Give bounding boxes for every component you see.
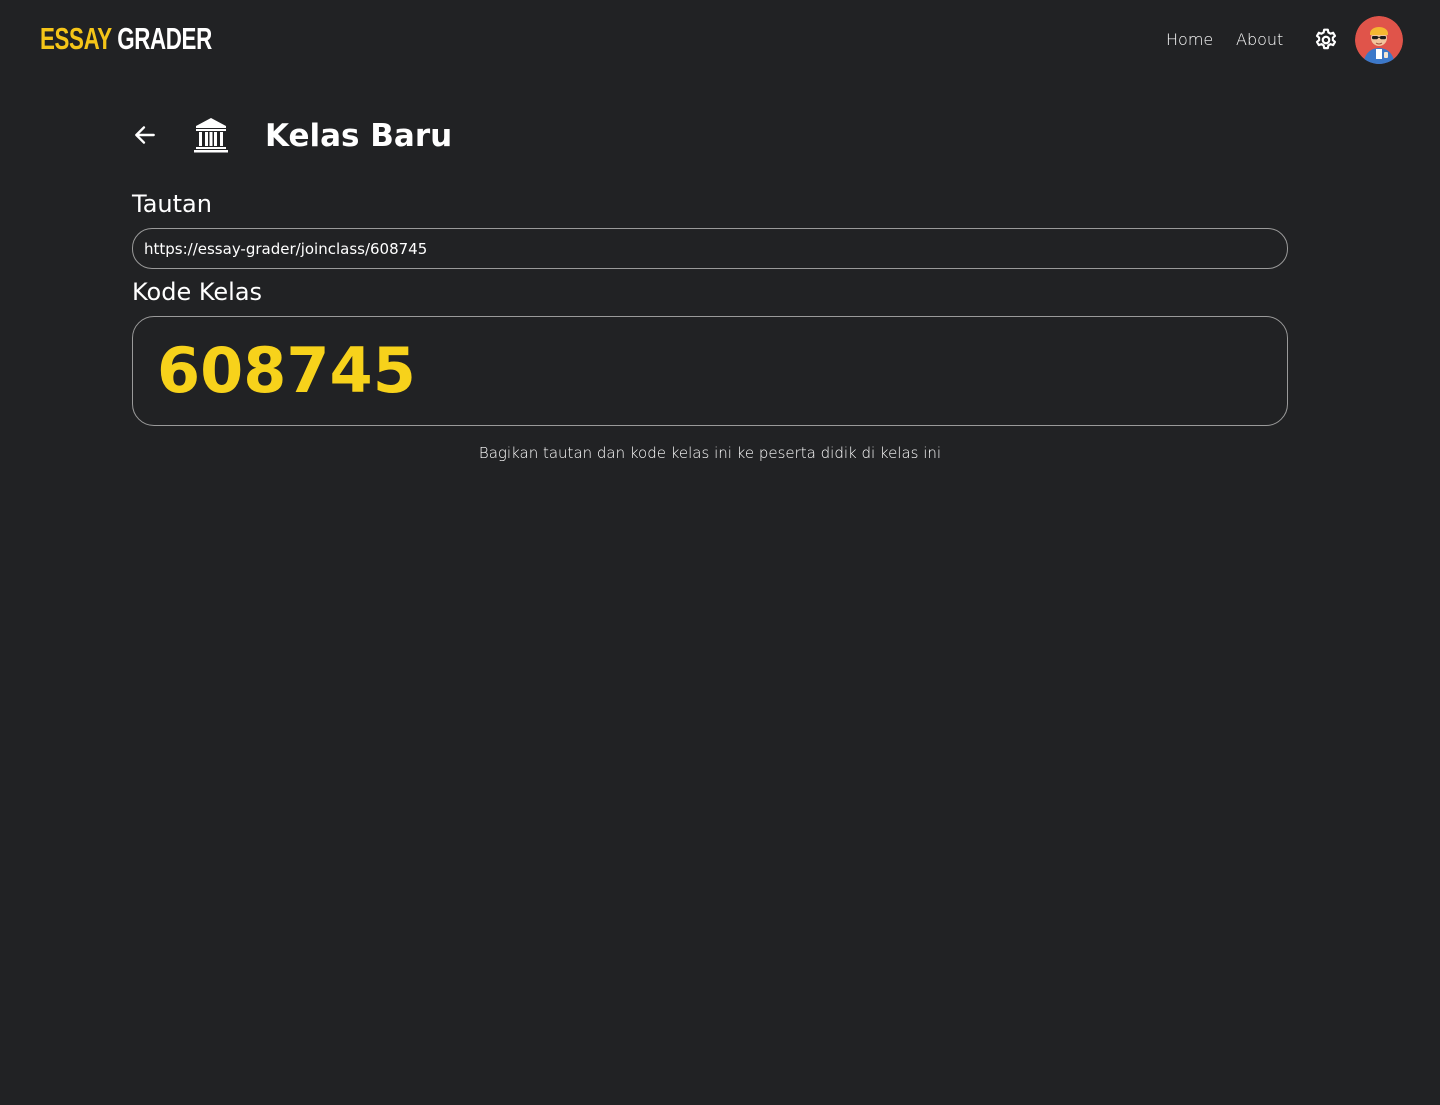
page-title: Kelas Baru (265, 118, 453, 154)
class-link-input[interactable] (132, 228, 1288, 269)
logo-essay: ESSAY (40, 21, 112, 56)
logo-grader: GRADER (117, 21, 212, 56)
navbar: ESSAY GRADER Home About (0, 0, 1440, 80)
class-code-value: 608745 (157, 334, 416, 407)
nav-home-link[interactable]: Home (1166, 29, 1213, 51)
app-logo[interactable]: ESSAY GRADER (40, 20, 212, 58)
page-header: Kelas Baru (132, 112, 732, 160)
link-label: Tautan (132, 190, 212, 218)
class-code-label: Kode Kelas (132, 278, 263, 306)
user-avatar[interactable] (1355, 16, 1403, 64)
share-hint-text: Bagikan tautan dan kode kelas ini ke pes… (478, 444, 942, 462)
bank-building-icon (192, 116, 230, 154)
avatar-image (1355, 16, 1403, 64)
gear-icon (1315, 28, 1337, 50)
back-button[interactable] (132, 122, 158, 148)
class-code-box: 608745 (132, 316, 1288, 426)
arrow-left-icon (135, 126, 155, 144)
nav-about-link[interactable]: About (1236, 29, 1283, 51)
settings-button[interactable] (1313, 27, 1339, 53)
